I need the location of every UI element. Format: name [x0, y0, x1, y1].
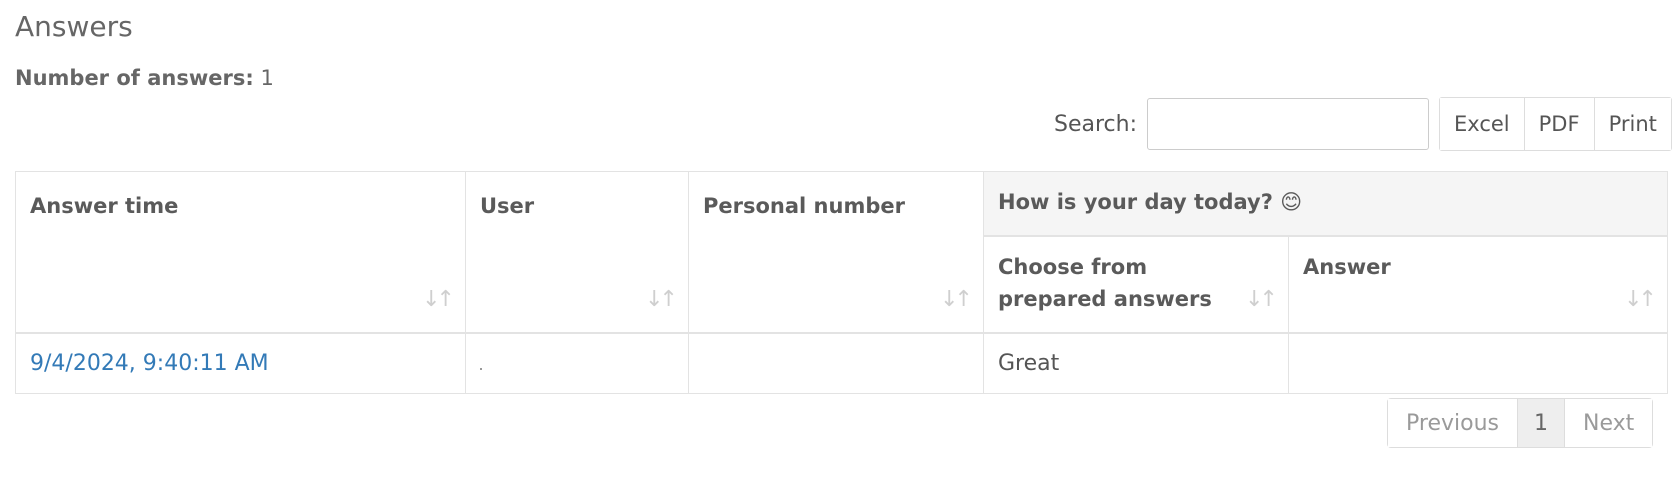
personal-number-cell — [688, 332, 984, 394]
column-header-label: Choose from prepared answers — [998, 254, 1212, 311]
answer-time-cell: 9/4/2024, 9:40:11 AM — [15, 332, 466, 394]
search-input[interactable] — [1147, 98, 1429, 150]
column-header-label: Personal number — [703, 194, 905, 218]
answer-count-value: 1 — [260, 66, 274, 90]
column-header-label: User — [480, 194, 535, 218]
search-area: Search: — [1054, 98, 1429, 150]
answer-count: Number of answers: 1 — [15, 66, 274, 90]
user-cell — [465, 332, 689, 394]
column-header-label: Answer — [1303, 254, 1391, 279]
column-header-personal-number[interactable]: Personal number ↓↑ — [688, 171, 984, 334]
export-button-group: Excel PDF Print — [1439, 97, 1672, 151]
page-1-button[interactable]: 1 — [1517, 399, 1565, 447]
question-group-header: How is your day today? 😊 — [983, 170, 1668, 237]
sort-arrows-icon[interactable]: ↓↑ — [1245, 284, 1278, 316]
page-title: Answers — [15, 10, 133, 43]
column-header-choose-prepared[interactable]: Choose from prepared answers ↓↑ — [983, 235, 1289, 334]
sort-arrows-icon[interactable]: ↓↑ — [422, 284, 455, 316]
user-placeholder-mark — [480, 368, 482, 371]
print-button[interactable]: Print — [1594, 98, 1671, 150]
next-page-button[interactable]: Next — [1564, 399, 1653, 447]
column-header-answer[interactable]: Answer ↓↑ — [1288, 235, 1668, 334]
pdf-export-button[interactable]: PDF — [1524, 98, 1595, 150]
question-group-label: How is your day today? 😊 — [998, 190, 1303, 214]
column-header-user[interactable]: User ↓↑ — [465, 171, 689, 334]
excel-export-button[interactable]: Excel — [1440, 98, 1525, 150]
sort-arrows-icon[interactable]: ↓↑ — [940, 284, 973, 316]
table-row: 9/4/2024, 9:40:11 AM Great — [15, 332, 1668, 394]
search-label: Search: — [1054, 111, 1137, 137]
column-header-label: Answer time — [30, 194, 179, 218]
answers-table: Answer time ↓↑ User ↓↑ Personal number ↓… — [15, 170, 1668, 394]
previous-page-button[interactable]: Previous — [1388, 399, 1518, 447]
pagination: Previous 1 Next — [1387, 398, 1654, 448]
answer-time-link[interactable]: 9/4/2024, 9:40:11 AM — [30, 351, 269, 376]
column-header-answer-time[interactable]: Answer time ↓↑ — [15, 171, 466, 334]
answer-count-label: Number of answers: — [15, 66, 254, 90]
sort-arrows-icon[interactable]: ↓↑ — [645, 284, 678, 316]
choose-prepared-cell: Great — [983, 332, 1289, 394]
sort-arrows-icon[interactable]: ↓↑ — [1624, 284, 1657, 316]
answer-cell — [1288, 332, 1668, 394]
